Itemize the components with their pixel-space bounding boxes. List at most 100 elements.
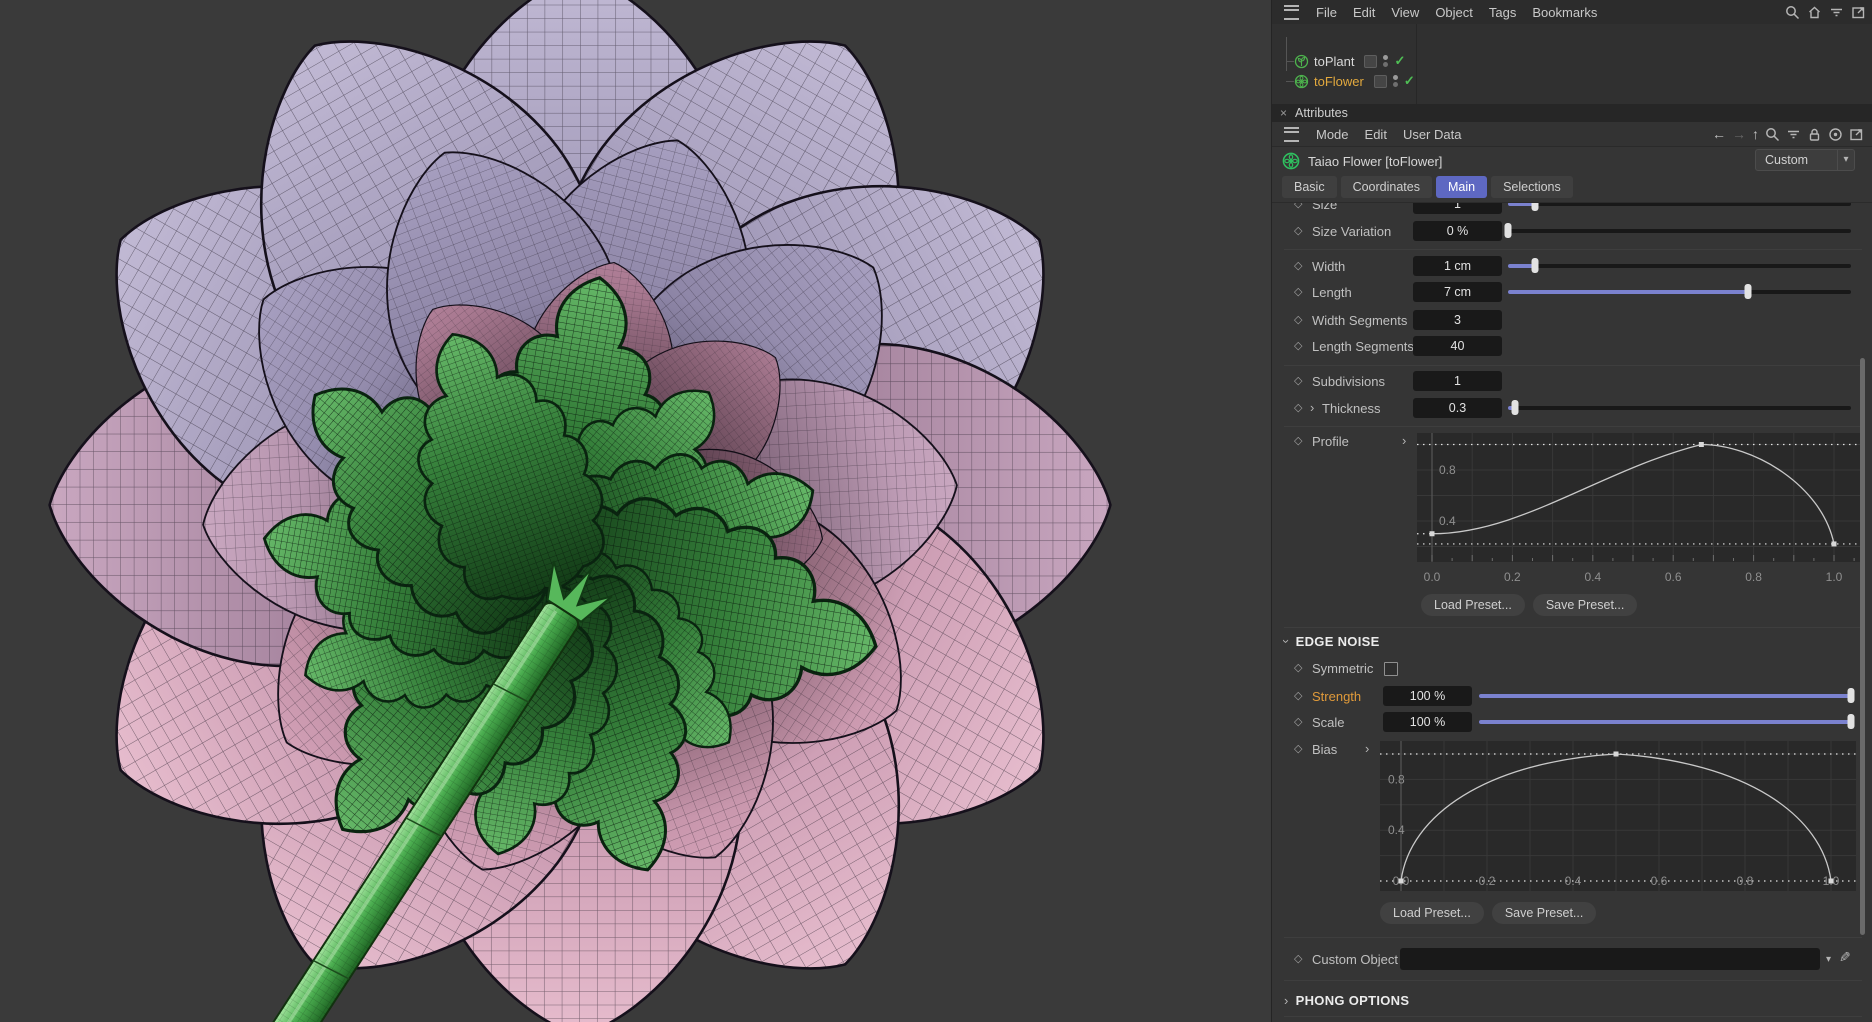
chevron-right-icon[interactable]: ›: [1310, 400, 1314, 415]
home-icon[interactable]: [1807, 5, 1822, 20]
param-value-field[interactable]: 100 %: [1383, 712, 1472, 732]
param-row-width: ◇ Width 1 cm: [1272, 256, 1872, 278]
menu-edit[interactable]: Edit: [1345, 5, 1383, 20]
object-row-toflower[interactable]: toFlower ✓: [1272, 71, 1415, 91]
chevron-down-icon[interactable]: ›: [1279, 639, 1294, 644]
slider-knob[interactable]: [1532, 258, 1539, 273]
tab-main[interactable]: Main: [1436, 176, 1487, 198]
param-slider[interactable]: [1508, 202, 1851, 206]
param-value-field[interactable]: 0 %: [1413, 221, 1502, 241]
close-icon[interactable]: ×: [1280, 106, 1287, 120]
param-label: Length Segments: [1312, 339, 1414, 354]
slider-knob[interactable]: [1505, 223, 1512, 238]
attr-menu-edit[interactable]: Edit: [1357, 127, 1395, 142]
chevron-down-icon[interactable]: ▾: [1837, 150, 1854, 170]
viewport-3d[interactable]: [0, 0, 1271, 1022]
param-slider[interactable]: [1508, 290, 1851, 294]
search-icon[interactable]: [1785, 5, 1800, 20]
param-slider[interactable]: [1508, 406, 1851, 410]
custom-object-input[interactable]: [1400, 948, 1820, 970]
menu-bookmarks[interactable]: Bookmarks: [1524, 5, 1605, 20]
param-label: Size Variation: [1312, 224, 1391, 239]
object-row-toplant[interactable]: toPlant ✓: [1272, 51, 1405, 71]
profile-curve-widget[interactable]: 0.80.40.00.20.40.60.81.0: [1417, 433, 1860, 588]
param-label: Width: [1312, 259, 1345, 274]
param-slider[interactable]: [1479, 720, 1851, 724]
enabled-check-icon[interactable]: ✓: [1394, 53, 1405, 69]
param-value-field[interactable]: 3: [1413, 310, 1502, 330]
object-label[interactable]: toFlower: [1314, 74, 1364, 89]
chevron-down-icon[interactable]: ▾: [1826, 954, 1831, 965]
forward-arrow-icon[interactable]: →: [1732, 126, 1746, 142]
visibility-dots[interactable]: [1383, 55, 1388, 67]
visibility-dots[interactable]: [1393, 75, 1398, 87]
preset-dropdown[interactable]: Custom ▾: [1755, 149, 1855, 171]
back-arrow-icon[interactable]: ←: [1712, 126, 1726, 142]
lock-icon[interactable]: [1807, 127, 1822, 142]
eyedropper-icon[interactable]: ✎: [1839, 949, 1851, 966]
param-slider[interactable]: [1479, 694, 1851, 698]
layer-badge[interactable]: [1374, 75, 1387, 88]
tab-basic[interactable]: Basic: [1282, 176, 1337, 198]
menu-object[interactable]: Object: [1427, 5, 1481, 20]
profile-curve-editor[interactable]: 0.80.40.00.20.40.60.81.0: [1417, 433, 1860, 585]
svg-text:0.6: 0.6: [1651, 874, 1668, 888]
param-row-size: ◇ Size 1: [1272, 202, 1872, 216]
parameter-scroll-area[interactable]: ◇ Size 1 ◇ Size Variation 0 % ◇ Width 1 …: [1272, 202, 1872, 1022]
save-preset-button[interactable]: Save Preset...: [1492, 902, 1597, 924]
symmetric-checkbox[interactable]: [1384, 662, 1398, 676]
vertical-scrollbar[interactable]: [1860, 358, 1865, 935]
param-label: Symmetric: [1312, 661, 1373, 676]
attr-menu-mode[interactable]: Mode: [1308, 127, 1357, 142]
pop-out-icon[interactable]: [1851, 5, 1866, 20]
hamburger-menu-icon[interactable]: [1284, 127, 1299, 142]
tab-selections[interactable]: Selections: [1491, 176, 1573, 198]
param-slider[interactable]: [1508, 264, 1851, 268]
chevron-right-icon[interactable]: ›: [1365, 741, 1369, 756]
attr-menu-userdata[interactable]: User Data: [1395, 127, 1470, 142]
param-value-field[interactable]: 40: [1413, 336, 1502, 356]
menu-file[interactable]: File: [1308, 5, 1345, 20]
edge-noise-section-header[interactable]: › EDGE NOISE: [1284, 631, 1380, 651]
slider-knob[interactable]: [1511, 400, 1518, 415]
load-preset-button[interactable]: Load Preset...: [1421, 594, 1525, 616]
target-icon[interactable]: [1828, 127, 1843, 142]
menu-view[interactable]: View: [1383, 5, 1427, 20]
slider-knob[interactable]: [1745, 284, 1752, 299]
menu-tags[interactable]: Tags: [1481, 5, 1524, 20]
load-preset-button[interactable]: Load Preset...: [1380, 902, 1484, 924]
slider-knob[interactable]: [1848, 714, 1855, 729]
param-value-field[interactable]: 7 cm: [1413, 282, 1502, 302]
filter-icon[interactable]: [1829, 5, 1844, 20]
phong-options-section-header[interactable]: › PHONG OPTIONS: [1284, 990, 1409, 1010]
param-value-field[interactable]: 1: [1413, 202, 1502, 214]
filter-icon[interactable]: [1786, 127, 1801, 142]
slider-knob[interactable]: [1532, 202, 1539, 211]
param-slider[interactable]: [1508, 229, 1851, 233]
hamburger-menu-icon[interactable]: [1284, 5, 1299, 20]
flower-icon: [1294, 74, 1309, 89]
param-row-length: ◇ Length 7 cm: [1272, 282, 1872, 304]
chevron-right-icon[interactable]: ›: [1284, 993, 1289, 1008]
search-icon[interactable]: [1765, 127, 1780, 142]
enabled-check-icon[interactable]: ✓: [1404, 73, 1415, 89]
up-arrow-icon[interactable]: ↑: [1752, 126, 1759, 142]
param-value-field[interactable]: 1: [1413, 371, 1502, 391]
bias-curve-editor[interactable]: 0.80.40.00.20.40.60.81.0: [1380, 741, 1856, 891]
param-label: Strength: [1312, 689, 1361, 704]
diamond-icon: ◇: [1294, 661, 1302, 674]
slider-knob[interactable]: [1848, 688, 1855, 703]
object-label[interactable]: toPlant: [1314, 54, 1354, 69]
param-value-field[interactable]: 0.3: [1413, 398, 1502, 418]
tree-stub: [1286, 61, 1294, 62]
tab-coordinates[interactable]: Coordinates: [1341, 176, 1432, 198]
preset-dropdown-value: Custom: [1756, 153, 1837, 167]
save-preset-button[interactable]: Save Preset...: [1533, 594, 1638, 616]
bias-curve-widget[interactable]: 0.80.40.00.20.40.60.81.0: [1380, 741, 1856, 894]
chevron-right-icon[interactable]: ›: [1402, 433, 1406, 448]
object-manager-divider: [1416, 24, 1417, 104]
pop-out-icon[interactable]: [1849, 127, 1864, 142]
layer-badge[interactable]: [1364, 55, 1377, 68]
param-value-field[interactable]: 1 cm: [1413, 256, 1502, 276]
param-value-field[interactable]: 100 %: [1383, 686, 1472, 706]
